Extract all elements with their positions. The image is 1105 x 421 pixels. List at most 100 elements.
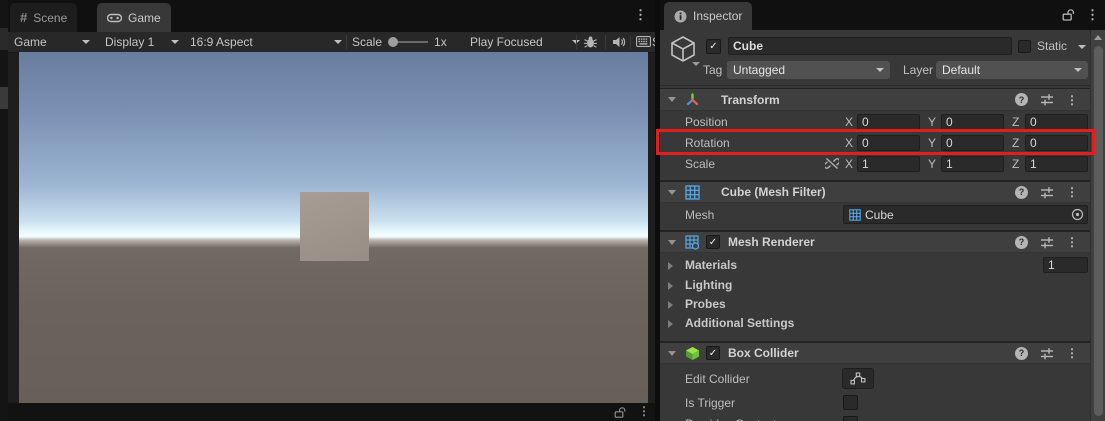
chevron-down-icon (876, 68, 884, 72)
chevron-down-icon (82, 40, 90, 44)
mesh-filter-icon (685, 184, 700, 200)
unlock-icon[interactable] (614, 407, 626, 418)
position-x-field[interactable]: 0 (857, 114, 920, 130)
scrollbar-up-icon[interactable] (1094, 35, 1102, 40)
mesh-renderer-enabled-checkbox[interactable]: ✓ (706, 235, 720, 249)
inspector-menu-icon[interactable]: ⋮ (1086, 8, 1099, 21)
stats-keyboard-button[interactable] (636, 36, 651, 47)
aspect-dropdown[interactable]: 16:9 Aspect (190, 32, 342, 52)
inspector-unlock-icon[interactable] (1062, 9, 1075, 21)
lighting-row[interactable]: Lighting (660, 277, 1090, 296)
toolbar-separator (576, 35, 577, 49)
bug-icon (583, 35, 598, 49)
layer-dropdown[interactable]: Default (936, 61, 1088, 79)
rotation-y-field[interactable]: 0 (941, 135, 1004, 151)
additional-settings-row[interactable]: Additional Settings (660, 315, 1090, 334)
box-collider-header[interactable]: ✓ Box Collider ? ⋮ (660, 341, 1090, 364)
help-icon[interactable]: ? (1015, 93, 1028, 106)
transform-header[interactable]: Transform ? ⋮ (660, 88, 1090, 111)
debug-bug-button[interactable] (583, 35, 598, 49)
presets-icon[interactable] (1040, 93, 1054, 106)
foldout-open-icon[interactable] (668, 189, 676, 195)
help-icon[interactable]: ? (1015, 185, 1028, 199)
foldout-open-icon[interactable] (668, 239, 676, 245)
is-trigger-checkbox[interactable] (843, 395, 858, 410)
foldout-closed-icon[interactable] (668, 301, 673, 309)
foldout-open-icon[interactable] (668, 97, 676, 102)
inspector-scrollbar[interactable] (1090, 30, 1105, 421)
scale-slider[interactable] (388, 36, 429, 48)
layer-label: Layer (903, 63, 934, 77)
mesh-filter-header[interactable]: Cube (Mesh Filter) ? ⋮ (660, 180, 1090, 203)
mesh-grid-icon (849, 208, 861, 221)
position-y-field[interactable]: 0 (941, 114, 1004, 130)
scale-label: Scale (352, 35, 383, 49)
component-menu-icon[interactable]: ⋮ (1066, 94, 1078, 106)
materials-row[interactable]: Materials 1 (660, 257, 1090, 276)
is-trigger-row: Is Trigger (660, 395, 1090, 413)
game-toolbar: Game Display 1 16:9 Aspect Scale 1x Play… (8, 32, 655, 53)
object-picker-icon[interactable] (1071, 208, 1084, 221)
transform-title: Transform (721, 92, 780, 107)
display-target-dropdown[interactable]: Game (14, 32, 90, 52)
play-focus-label: Play Focused (470, 35, 543, 49)
gameobject-name-field[interactable]: Cube (728, 37, 1012, 55)
position-z-field[interactable]: 0 (1025, 114, 1088, 130)
component-menu-icon[interactable]: ⋮ (1066, 347, 1078, 359)
tab-scene[interactable]: # Scene (10, 3, 78, 32)
provides-contacts-checkbox[interactable] (843, 416, 858, 421)
help-icon[interactable]: ? (1015, 346, 1028, 360)
presets-icon[interactable] (1040, 236, 1054, 249)
edit-collider-button[interactable] (842, 368, 874, 389)
rotation-z-field[interactable]: 0 (1025, 135, 1088, 151)
rotation-x-field[interactable]: 0 (857, 135, 920, 151)
inspector-tabbar: Inspector ⋮ (660, 0, 1105, 30)
scale-y-field[interactable]: 1 (941, 156, 1004, 172)
component-menu-icon[interactable]: ⋮ (1066, 186, 1078, 198)
tag-dropdown[interactable]: Untagged (727, 61, 890, 79)
bottom-panel-menu-icon[interactable]: ⋮ (638, 405, 650, 417)
mesh-object-field[interactable]: Cube (843, 205, 1088, 224)
display-dropdown[interactable]: Display 1 (105, 32, 179, 52)
tab-inspector-label: Inspector (693, 9, 743, 23)
box-collider-enabled-checkbox[interactable]: ✓ (706, 346, 720, 360)
toolbar-separator (346, 35, 347, 49)
tab-game[interactable]: Game (97, 3, 171, 32)
static-checkbox[interactable] (1018, 40, 1031, 53)
mesh-renderer-header[interactable]: ✓ Mesh Renderer ? ⋮ (660, 230, 1090, 253)
materials-count-field[interactable]: 1 (1043, 257, 1088, 273)
play-focus-dropdown[interactable]: Play Focused (470, 32, 580, 52)
mesh-renderer-icon (685, 234, 700, 250)
presets-icon[interactable] (1040, 186, 1054, 199)
foldout-closed-icon[interactable] (668, 262, 673, 270)
mesh-filter-title: Cube (Mesh Filter) (721, 185, 826, 199)
scene-grid-icon: # (20, 10, 28, 25)
scrollbar-thumb[interactable] (1094, 46, 1103, 416)
static-chevron-icon[interactable] (1078, 45, 1086, 49)
foldout-open-icon[interactable] (668, 350, 676, 356)
presets-icon[interactable] (1040, 347, 1054, 360)
help-icon[interactable]: ? (1015, 235, 1028, 249)
info-icon (674, 10, 687, 23)
rotation-z-value: 0 (1030, 136, 1037, 150)
chevron-down-icon (171, 40, 179, 44)
link-off-icon[interactable] (825, 157, 839, 170)
scale-z-field[interactable]: 1 (1025, 156, 1088, 172)
foldout-closed-icon[interactable] (668, 320, 673, 328)
cube-wireframe-icon[interactable] (668, 34, 698, 64)
game-panel-menu-icon[interactable]: ⋮ (634, 8, 647, 21)
mesh-row: Mesh Cube (660, 205, 1090, 227)
gameobject-active-checkbox[interactable]: ✓ (706, 39, 721, 54)
layer-value: Default (942, 63, 981, 77)
scale-x-value: 1 (862, 157, 869, 171)
component-menu-icon[interactable]: ⋮ (1066, 236, 1078, 248)
mute-audio-button[interactable] (612, 36, 626, 48)
unity-editor: # Scene Game ⋮ Game Display 1 16:9 Aspec… (0, 0, 1105, 421)
probes-label: Probes (685, 297, 726, 311)
scale-row: Scale X 1 Y 1 Z 1 (660, 155, 1090, 175)
scale-slider-knob[interactable] (388, 37, 399, 47)
probes-row[interactable]: Probes (660, 296, 1090, 315)
foldout-closed-icon[interactable] (668, 282, 673, 290)
scale-x-field[interactable]: 1 (857, 156, 920, 172)
tab-inspector[interactable]: Inspector (664, 2, 753, 30)
